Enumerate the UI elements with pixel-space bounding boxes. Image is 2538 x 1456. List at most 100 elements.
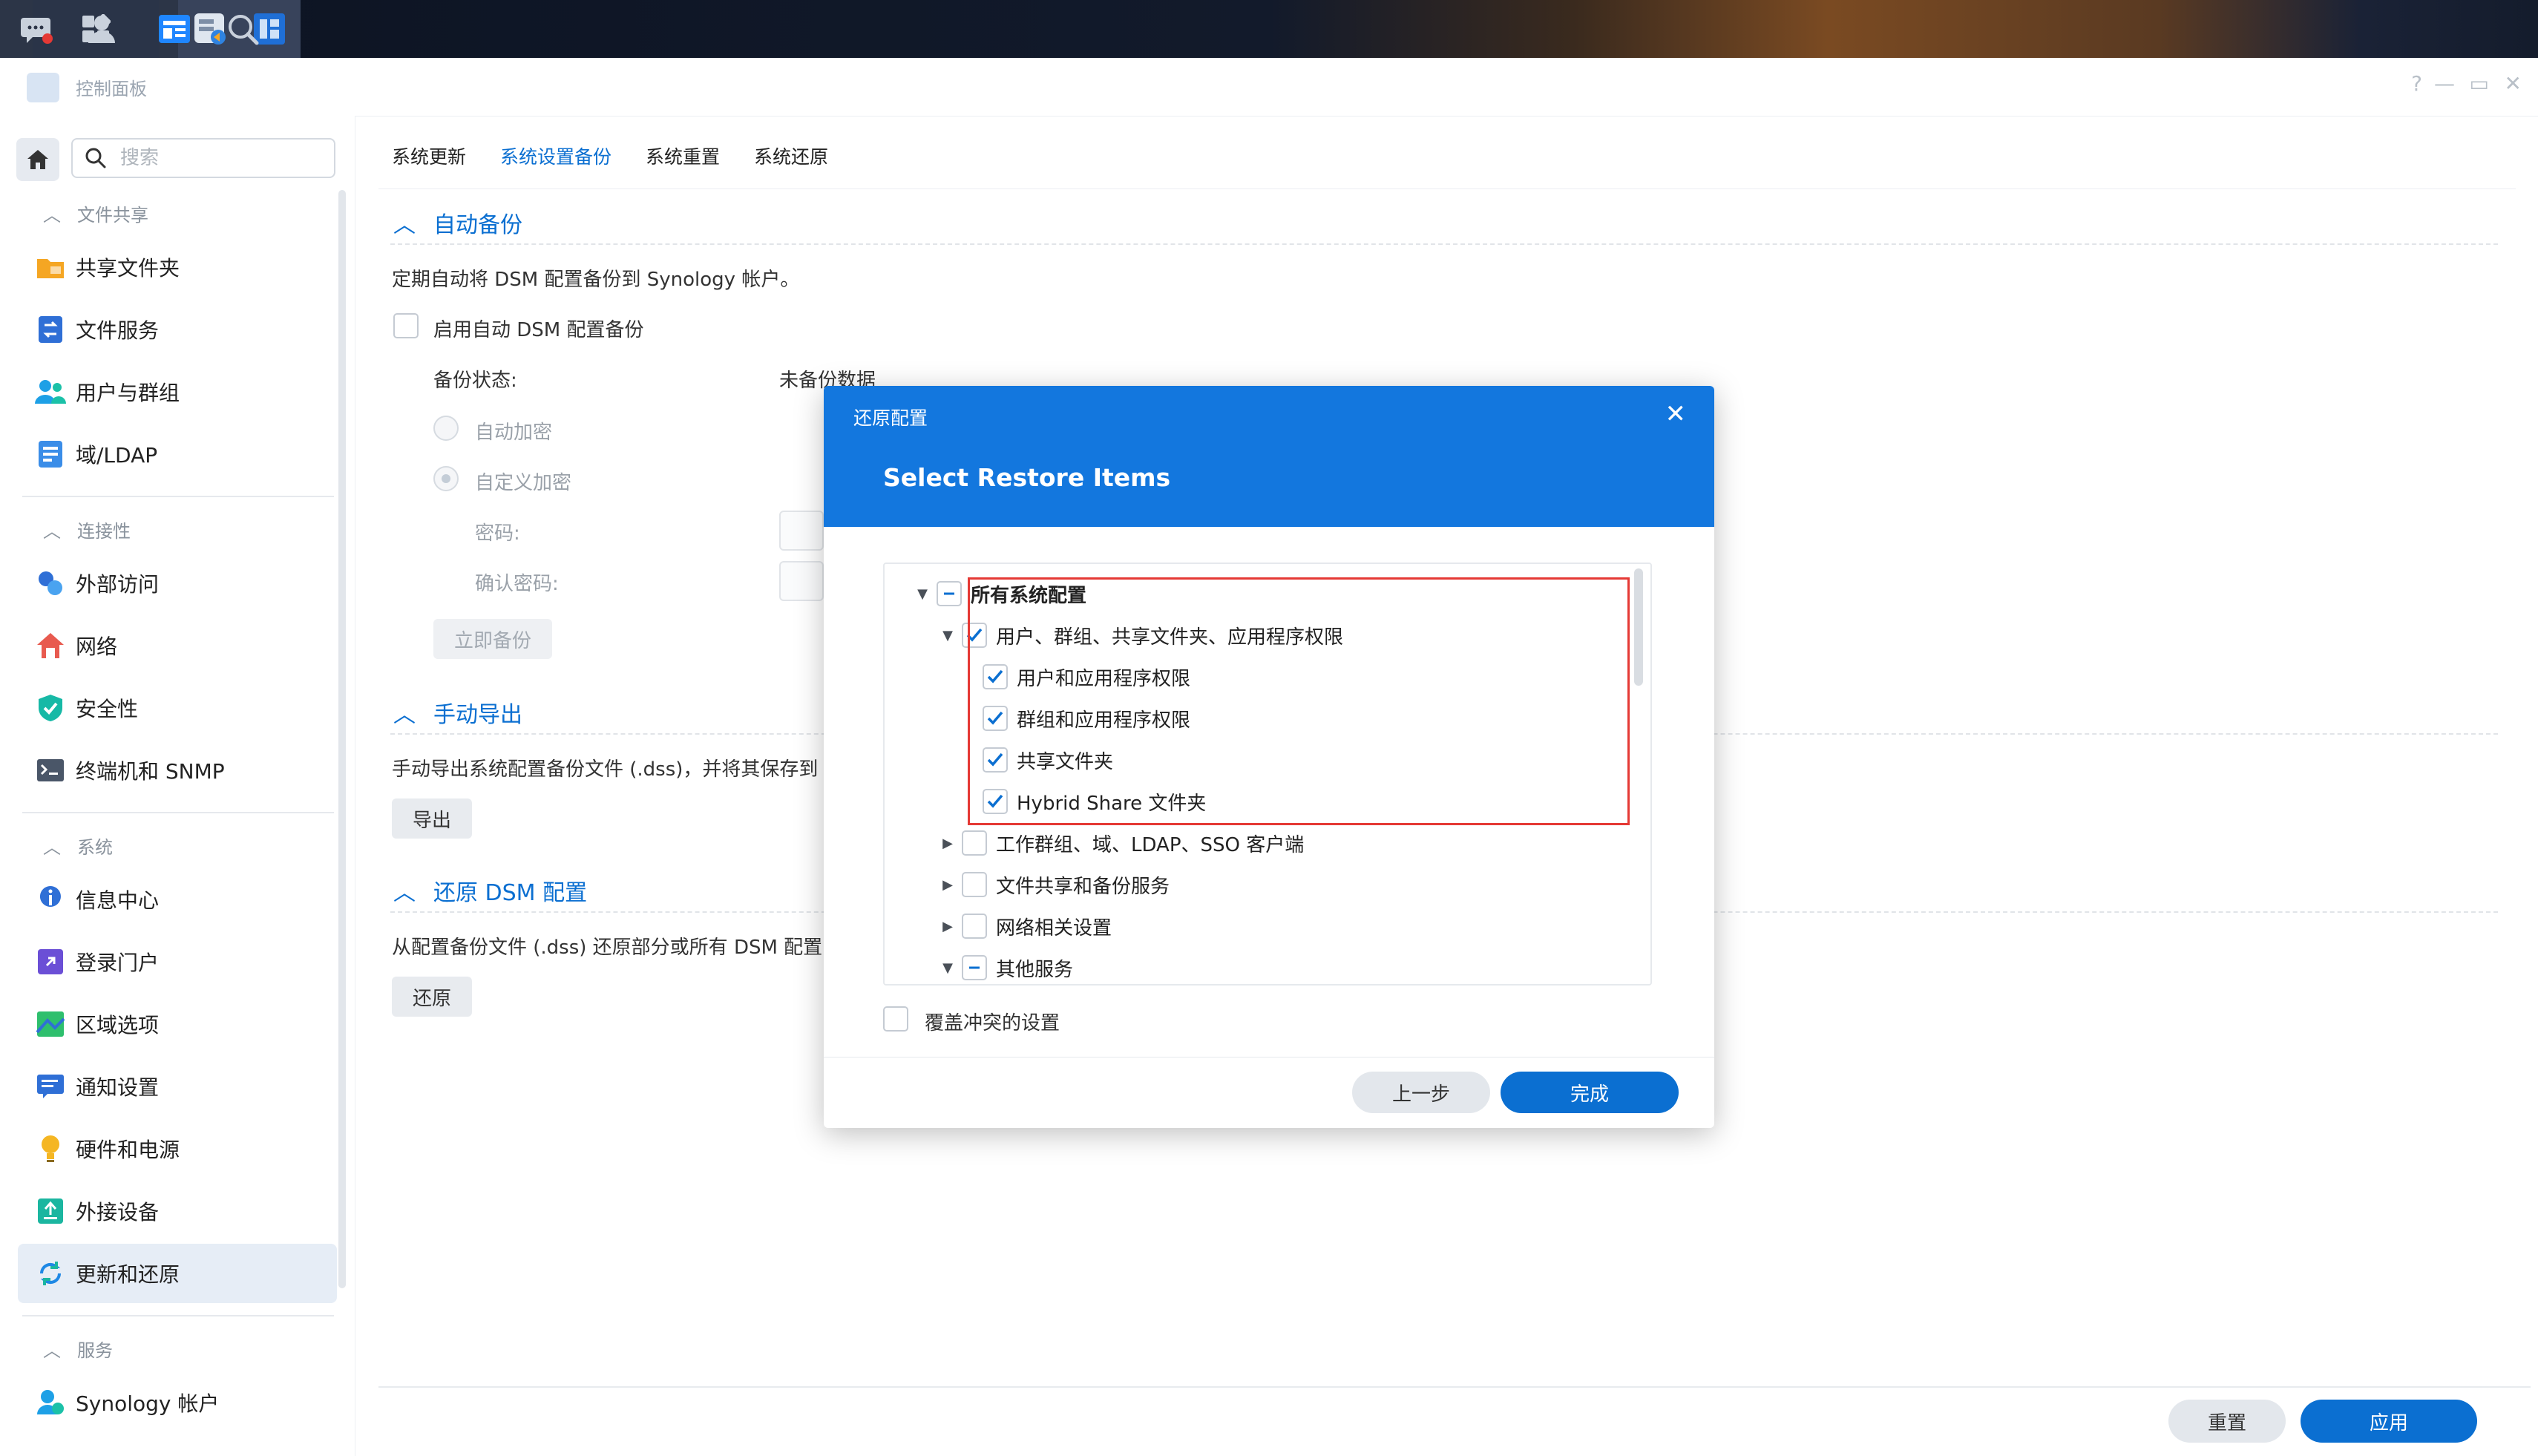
tree-label: 其他服务: [996, 958, 1074, 981]
close-window-icon[interactable]: ✕: [2505, 71, 2522, 96]
restore-icon[interactable]: ▭: [2470, 71, 2489, 96]
backup-now-button[interactable]: 立即备份: [433, 619, 552, 659]
confirm-password-field[interactable]: [779, 561, 824, 601]
sidebar-item-info-center[interactable]: 信息中心: [18, 870, 337, 929]
footer-divider: [378, 1386, 2531, 1388]
sidebar-item-external-devices[interactable]: 外接设备: [18, 1181, 337, 1241]
enable-auto-backup-label: 启用自动 DSM 配置备份: [433, 319, 644, 341]
tree-checkbox[interactable]: [962, 872, 987, 897]
sidebar-scrollbar[interactable]: [338, 190, 346, 1288]
tree-checkbox[interactable]: [962, 830, 987, 856]
overwrite-conflict-checkbox[interactable]: [883, 1006, 908, 1032]
enable-auto-backup-checkbox[interactable]: [393, 313, 419, 338]
tree-label: 文件共享和备份服务: [996, 875, 1170, 898]
tab-system-update[interactable]: 系统更新: [392, 142, 466, 169]
taskbar: [0, 0, 2538, 58]
caret-right-icon[interactable]: ▶: [940, 877, 956, 893]
external-access-icon: [34, 567, 67, 600]
sidebar-item-label: 外接设备: [76, 1200, 160, 1224]
sidebar-item-synology-account[interactable]: Synology 帐户: [18, 1373, 337, 1432]
sidebar-item-external-access[interactable]: 外部访问: [18, 554, 337, 613]
finish-button[interactable]: 完成: [1501, 1072, 1679, 1113]
help-icon[interactable]: ?: [2411, 71, 2422, 96]
sidebar-item-regional-options[interactable]: 区域选项: [18, 994, 337, 1054]
radio-custom-encrypt-label: 自定义加密: [475, 472, 572, 494]
close-icon[interactable]: ✕: [1665, 399, 1687, 429]
tree-checkbox[interactable]: [962, 914, 987, 939]
tree-checkbox[interactable]: [937, 581, 962, 606]
sidebar-item-update-restore[interactable]: 更新和还原: [18, 1244, 337, 1303]
section-system[interactable]: ︿ 系统: [43, 833, 113, 859]
control-panel-app-icon: [194, 13, 226, 45]
caret-right-icon[interactable]: ▶: [940, 836, 956, 851]
user-icon[interactable]: [86, 13, 117, 45]
tree-scrollbar[interactable]: [1634, 568, 1643, 686]
tab-system-reset[interactable]: 系统重置: [646, 142, 720, 169]
section-label: 连接性: [77, 521, 131, 542]
radio-custom-encrypt[interactable]: [433, 466, 459, 491]
sidebar-item-label: 共享文件夹: [76, 256, 180, 281]
chevron-up-icon: ︿: [393, 880, 416, 906]
sidebar-item-label: 安全性: [76, 697, 139, 721]
dialog-caption: 还原配置: [853, 407, 928, 429]
sidebar-item-label: Synology 帐户: [76, 1391, 220, 1416]
chevron-up-icon: ︿: [393, 212, 416, 238]
home-button[interactable]: [16, 138, 59, 181]
tab-bar: 系统更新 系统设置备份 系统重置 系统还原: [392, 142, 828, 169]
tree-row-file-sharing-backup: ▶ 文件共享和备份服务: [940, 868, 1170, 901]
sidebar-item-terminal-snmp[interactable]: 终端机和 SNMP: [18, 741, 337, 800]
radio-auto-encrypt-label: 自动加密: [475, 422, 553, 444]
auto-backup-header[interactable]: ︿ 自动备份: [393, 206, 522, 239]
tab-config-backup[interactable]: 系统设置备份: [500, 142, 611, 169]
sidebar-item-shared-folder[interactable]: 共享文件夹: [18, 237, 337, 297]
chat-notification-icon[interactable]: [19, 13, 55, 46]
apply-button[interactable]: 应用: [2301, 1400, 2477, 1443]
group-title: 手动导出: [433, 702, 522, 728]
section-services[interactable]: ︿ 服务: [43, 1336, 113, 1362]
confirm-password-label: 确认密码:: [475, 573, 559, 595]
password-field[interactable]: [779, 511, 824, 551]
sidebar-item-label: 文件服务: [76, 318, 160, 343]
caret-right-icon[interactable]: ▶: [940, 919, 956, 934]
minimize-icon[interactable]: —: [2434, 71, 2455, 96]
chevron-up-icon: ︿: [43, 837, 61, 858]
chevron-up-icon: ︿: [393, 702, 416, 728]
highlight-box: [968, 577, 1630, 825]
group-title: 还原 DSM 配置: [433, 880, 588, 906]
radio-auto-encrypt[interactable]: [433, 416, 459, 441]
sidebar-item-file-services[interactable]: 文件服务: [18, 300, 337, 359]
section-label: 系统: [77, 837, 113, 858]
manual-export-header[interactable]: ︿ 手动导出: [393, 696, 522, 729]
search-input[interactable]: [119, 146, 322, 170]
sidebar-item-hardware-power[interactable]: 硬件和电源: [18, 1119, 337, 1178]
caret-down-icon[interactable]: ▼: [940, 960, 956, 976]
sidebar-item-security[interactable]: 安全性: [18, 678, 337, 738]
caret-down-icon[interactable]: ▼: [940, 628, 956, 643]
tab-system-restore[interactable]: 系统还原: [754, 142, 828, 169]
sidebar-item-label: 用户与群组: [76, 381, 180, 405]
sidebar-item-label: 外部访问: [76, 572, 160, 597]
domain-ldap-icon: [34, 438, 67, 470]
tab-divider: [378, 188, 2516, 189]
widgets-icon[interactable]: [157, 13, 191, 45]
sidebar-item-users-groups[interactable]: 用户与群组: [18, 362, 337, 422]
restore-button[interactable]: 还原: [392, 977, 472, 1017]
previous-step-button[interactable]: 上一步: [1352, 1072, 1490, 1113]
tree-row-workgroup-domain: ▶ 工作群组、域、LDAP、SSO 客户端: [940, 827, 1304, 859]
sidebar-item-network[interactable]: 网络: [18, 616, 337, 675]
section-file-sharing[interactable]: ︿ 文件共享: [43, 200, 148, 226]
export-button[interactable]: 导出: [392, 798, 472, 839]
search-icon[interactable]: [227, 13, 260, 46]
section-connectivity[interactable]: ︿ 连接性: [43, 517, 131, 542]
group-title: 自动备份: [433, 212, 522, 238]
password-label: 密码:: [475, 522, 520, 545]
sidebar-item-notification[interactable]: 通知设置: [18, 1057, 337, 1116]
caret-down-icon[interactable]: ▼: [914, 586, 931, 602]
restore-dsm-header[interactable]: ︿ 还原 DSM 配置: [393, 874, 587, 907]
folder-icon: [34, 251, 67, 283]
tree-checkbox[interactable]: [962, 955, 987, 980]
sidebar-item-login-portal[interactable]: 登录门户: [18, 932, 337, 991]
search-icon: [85, 148, 106, 168]
sidebar-item-domain-ldap[interactable]: 域/LDAP: [18, 424, 337, 484]
reset-button[interactable]: 重置: [2168, 1400, 2286, 1443]
